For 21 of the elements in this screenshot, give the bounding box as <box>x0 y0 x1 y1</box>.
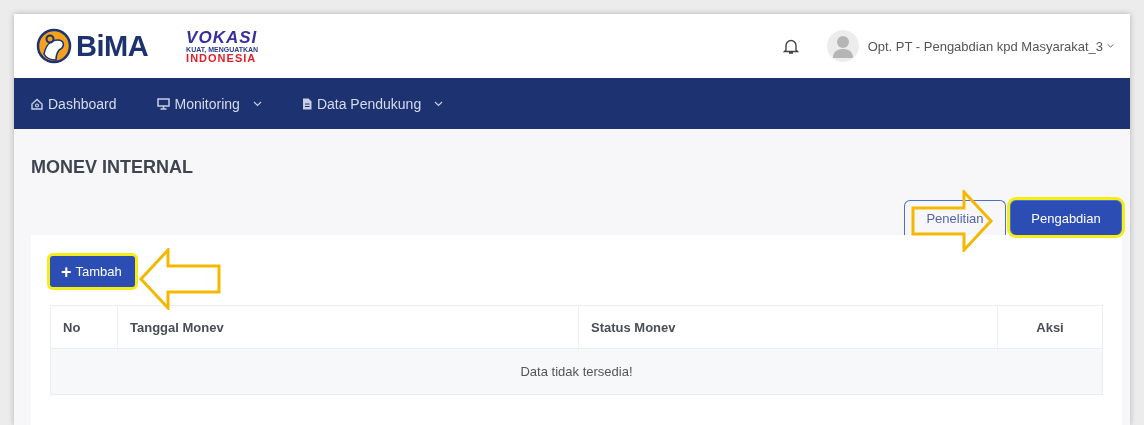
add-button[interactable]: + Tambah <box>50 256 135 287</box>
column-header: Aksi <box>997 305 1103 349</box>
column-header: Tanggal Monev <box>117 305 579 349</box>
column-header: Status Monev <box>578 305 998 349</box>
page-title: MONEV INTERNAL <box>31 157 194 178</box>
home-icon <box>31 97 43 110</box>
plus-icon: + <box>61 262 72 281</box>
avatar-icon <box>831 34 854 58</box>
column-header: No <box>50 305 118 349</box>
chevron-down-icon <box>1107 43 1114 49</box>
nav-item[interactable]: Data Pendukung <box>301 95 444 112</box>
logo-text: BiMA <box>76 29 149 63</box>
nav-item[interactable]: Dashboard <box>31 95 117 112</box>
empty-message: Data tidak tersedia! <box>50 348 1103 395</box>
logo-icon <box>36 28 72 64</box>
user-menu[interactable]: Opt. PT - Pengabdian kpd Masyarakat_3 <box>867 38 1114 54</box>
bell-icon[interactable] <box>782 37 799 55</box>
monitor-icon <box>156 97 170 110</box>
nav-item[interactable]: Monitoring <box>156 95 262 112</box>
document-icon <box>301 97 312 110</box>
tab[interactable]: Pengabdian <box>1010 200 1122 235</box>
